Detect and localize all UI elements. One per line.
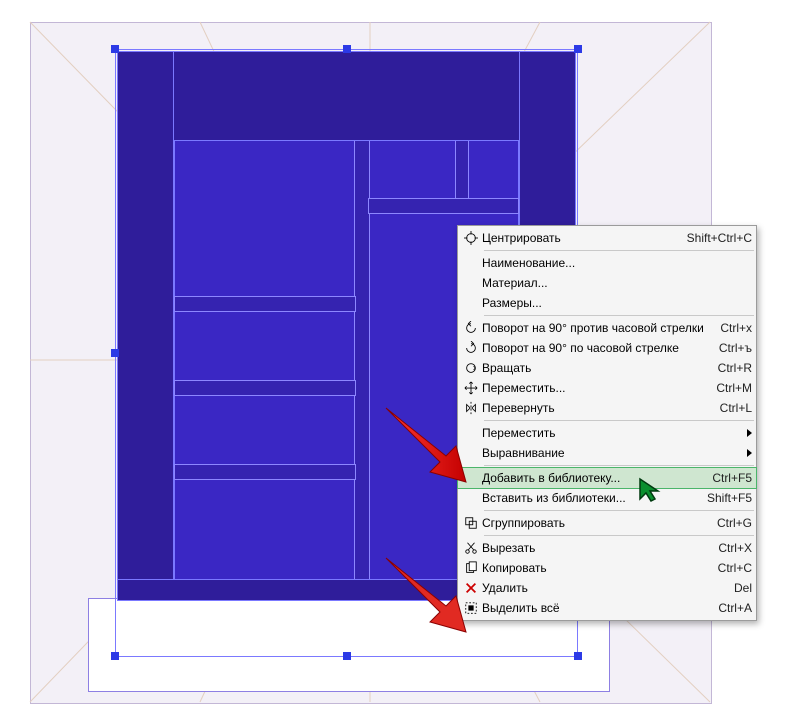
menu-item-dimensions[interactable]: Размеры... xyxy=(458,293,756,313)
menu-label: Вставить из библиотеки... xyxy=(482,491,699,505)
menu-item-rotate-ccw[interactable]: Поворот на 90° против часовой стрелки Ct… xyxy=(458,318,756,338)
delete-icon xyxy=(460,581,482,595)
menu-item-center[interactable]: Центрировать Shift+Ctrl+C xyxy=(458,228,756,248)
selection-handle-tl[interactable] xyxy=(111,45,119,53)
menu-separator xyxy=(484,535,754,536)
menu-item-paste-from-library[interactable]: Вставить из библиотеки... Shift+F5 xyxy=(458,488,756,508)
menu-separator xyxy=(484,510,754,511)
menu-shortcut: Ctrl+C xyxy=(710,561,752,575)
menu-label: Сгруппировать xyxy=(482,516,709,530)
menu-item-delete[interactable]: Удалить Del xyxy=(458,578,756,598)
menu-label: Копировать xyxy=(482,561,710,575)
selection-handle-bm[interactable] xyxy=(343,652,351,660)
select-all-icon xyxy=(460,601,482,615)
flip-icon xyxy=(460,401,482,415)
menu-item-rotate-cw[interactable]: Поворот на 90° по часовой стрелке Ctrl+ъ xyxy=(458,338,756,358)
menu-label: Вращать xyxy=(482,361,710,375)
menu-separator xyxy=(484,465,754,466)
move-icon xyxy=(460,381,482,395)
menu-label: Удалить xyxy=(482,581,726,595)
center-icon xyxy=(460,231,482,245)
menu-shortcut: Ctrl+ъ xyxy=(711,341,752,355)
menu-label: Поворот на 90° против часовой стрелки xyxy=(482,321,712,335)
menu-item-add-to-library[interactable]: Добавить в библиотеку... Ctrl+F5 xyxy=(458,468,756,488)
menu-shortcut: Shift+F5 xyxy=(699,491,752,505)
menu-shortcut: Shift+Ctrl+C xyxy=(679,231,752,245)
copy-icon xyxy=(460,561,482,575)
rotate-icon xyxy=(460,361,482,375)
menu-item-move-submenu[interactable]: Переместить xyxy=(458,423,756,443)
selection-handle-br[interactable] xyxy=(574,652,582,660)
menu-item-rename[interactable]: Наименование... xyxy=(458,253,756,273)
menu-label: Выравнивание xyxy=(482,446,747,460)
selection-handle-bl[interactable] xyxy=(111,652,119,660)
menu-item-group[interactable]: Сгруппировать Ctrl+G xyxy=(458,513,756,533)
menu-item-copy[interactable]: Копировать Ctrl+C xyxy=(458,558,756,578)
menu-separator xyxy=(484,420,754,421)
menu-label: Центрировать xyxy=(482,231,679,245)
menu-separator xyxy=(484,250,754,251)
menu-label: Поворот на 90° по часовой стрелке xyxy=(482,341,711,355)
menu-shortcut: Del xyxy=(726,581,752,595)
menu-item-move-tool[interactable]: Переместить... Ctrl+M xyxy=(458,378,756,398)
menu-shortcut: Ctrl+A xyxy=(710,601,752,615)
menu-label: Материал... xyxy=(482,276,752,290)
menu-label: Наименование... xyxy=(482,256,752,270)
menu-shortcut: Ctrl+R xyxy=(710,361,752,375)
menu-label: Переместить... xyxy=(482,381,708,395)
canvas-viewport[interactable]: Центрировать Shift+Ctrl+C Наименование..… xyxy=(0,0,800,722)
rotate-cw-icon xyxy=(460,341,482,355)
selection-handle-tr[interactable] xyxy=(574,45,582,53)
menu-label: Выделить всё xyxy=(482,601,710,615)
selection-handle-tm[interactable] xyxy=(343,45,351,53)
menu-item-rotate[interactable]: Вращать Ctrl+R xyxy=(458,358,756,378)
rotate-ccw-icon xyxy=(460,321,482,335)
menu-item-select-all[interactable]: Выделить всё Ctrl+A xyxy=(458,598,756,618)
context-menu: Центрировать Shift+Ctrl+C Наименование..… xyxy=(457,225,757,621)
menu-shortcut: Ctrl+M xyxy=(708,381,752,395)
menu-item-align-submenu[interactable]: Выравнивание xyxy=(458,443,756,463)
menu-label: Вырезать xyxy=(482,541,710,555)
menu-label: Перевернуть xyxy=(482,401,712,415)
menu-item-flip[interactable]: Перевернуть Ctrl+L xyxy=(458,398,756,418)
menu-shortcut: Ctrl+L xyxy=(712,401,752,415)
menu-shortcut: Ctrl+F5 xyxy=(704,471,752,485)
menu-shortcut: Ctrl+x xyxy=(712,321,752,335)
menu-item-cut[interactable]: Вырезать Ctrl+X xyxy=(458,538,756,558)
cut-icon xyxy=(460,541,482,555)
menu-shortcut: Ctrl+G xyxy=(709,516,752,530)
menu-item-material[interactable]: Материал... xyxy=(458,273,756,293)
menu-label: Переместить xyxy=(482,426,747,440)
selection-handle-ml[interactable] xyxy=(111,349,119,357)
menu-label: Добавить в библиотеку... xyxy=(482,471,704,485)
menu-label: Размеры... xyxy=(482,296,752,310)
menu-shortcut: Ctrl+X xyxy=(710,541,752,555)
group-icon xyxy=(460,516,482,530)
menu-separator xyxy=(484,315,754,316)
